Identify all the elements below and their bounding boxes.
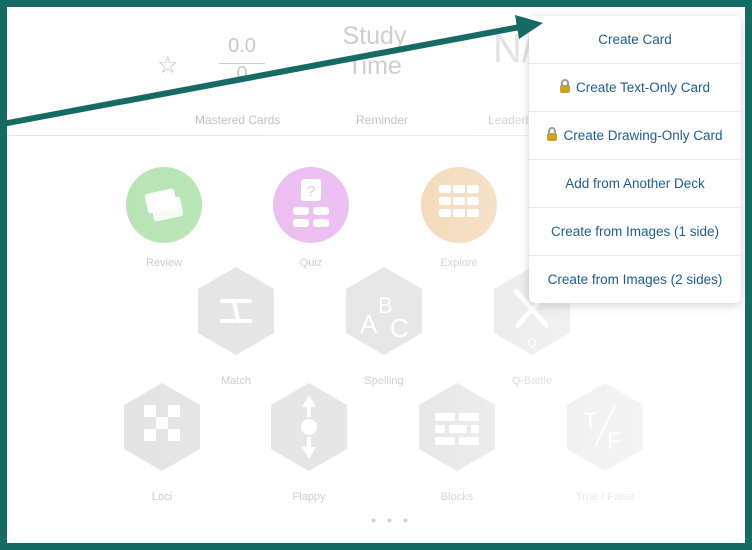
app-screen: ☆ 0.0 0 Study Time N/A Mastered Cards Re… xyxy=(0,0,752,550)
annotation-arrow xyxy=(7,15,543,127)
